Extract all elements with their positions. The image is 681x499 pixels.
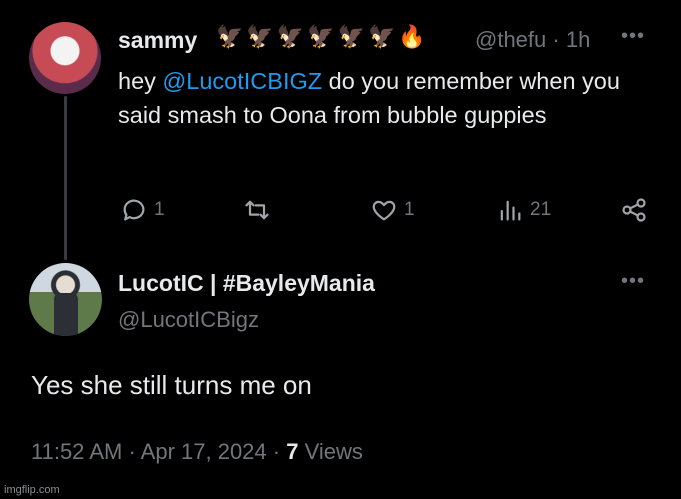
- avatar-lucotic[interactable]: [29, 263, 102, 336]
- like-button[interactable]: 1: [370, 196, 415, 224]
- views-button[interactable]: 21: [496, 196, 551, 224]
- post-time[interactable]: 1h: [566, 27, 590, 52]
- more-options-icon[interactable]: •••: [621, 270, 645, 293]
- post-time[interactable]: 11:52 AM: [31, 439, 122, 464]
- author-handle[interactable]: @LucotICBigz: [118, 307, 259, 333]
- author-name[interactable]: sammy: [118, 27, 197, 54]
- share-icon: [622, 198, 646, 222]
- post-date[interactable]: Apr 17, 2024: [141, 439, 267, 464]
- thread-line: [64, 96, 67, 260]
- like-count: 1: [404, 199, 415, 220]
- separator-dot: ·: [122, 439, 141, 464]
- more-options-icon[interactable]: •••: [621, 25, 645, 48]
- mention-link[interactable]: @LucotICBIGZ: [162, 68, 322, 94]
- views-count: 7: [286, 439, 299, 464]
- tweet-text: Yes she still turns me on: [31, 370, 312, 400]
- author-name[interactable]: LucotIC | #BayleyMania: [118, 270, 375, 297]
- tweet-meta: 11:52 AM · Apr 17, 2024 · 7 Views: [31, 439, 363, 465]
- separator-dot: ·: [266, 439, 287, 464]
- reply-count: 1: [154, 199, 165, 220]
- name-emojis: 🦅🦅🦅🦅🦅🦅🔥: [216, 24, 429, 49]
- separator-dot: ·: [546, 27, 566, 52]
- comment-icon: [123, 199, 145, 221]
- repost-button[interactable]: [243, 196, 277, 224]
- avatar-sammy[interactable]: [29, 22, 101, 94]
- author-handle[interactable]: @thefu: [475, 27, 546, 52]
- tweet-text-prefix: hey: [118, 68, 163, 94]
- heart-icon: [372, 200, 396, 221]
- tweet-text: hey @LucotICBIGZ do you remember when yo…: [118, 64, 658, 132]
- share-button[interactable]: [620, 196, 648, 224]
- watermark: imgflip.com: [4, 484, 60, 496]
- reply-button[interactable]: 1: [120, 196, 165, 224]
- analytics-icon: [500, 200, 521, 221]
- views-label: Views: [304, 439, 363, 464]
- author-handle-time[interactable]: @thefu · 1h: [475, 27, 590, 53]
- views-count: 21: [530, 199, 552, 220]
- repost-icon: [245, 200, 269, 220]
